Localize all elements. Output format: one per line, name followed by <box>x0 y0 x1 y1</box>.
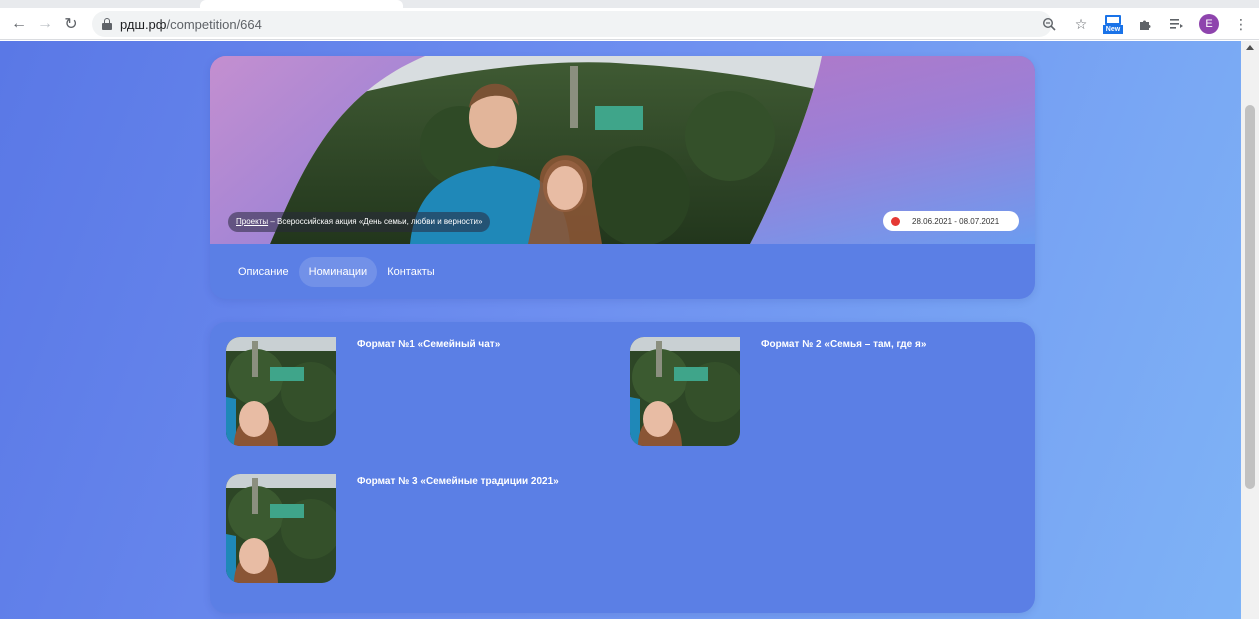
menu-dots-icon[interactable]: ⋮ <box>1231 14 1251 34</box>
zoom-icon[interactable] <box>1039 14 1059 34</box>
reload-icon[interactable]: ↻ <box>58 11 84 37</box>
nomination-thumbnail[interactable] <box>226 474 336 583</box>
nomination-thumbnail[interactable] <box>226 337 336 446</box>
star-icon[interactable]: ☆ <box>1071 14 1091 34</box>
active-tab[interactable] <box>200 0 403 8</box>
page-viewport: Проекты – Всероссийская акция «День семь… <box>0 41 1259 619</box>
project-tabs: Описание Номинации Контакты <box>228 256 445 288</box>
address-bar[interactable]: рдш.рф/competition/664 <box>92 11 1052 37</box>
forward-arrow-icon[interactable]: → <box>32 11 58 37</box>
breadcrumb-projects-link[interactable]: Проекты <box>236 217 268 226</box>
date-range-badge: 28.06.2021 - 08.07.2021 <box>883 211 1019 231</box>
lock-icon[interactable] <box>102 18 112 30</box>
breadcrumb: Проекты – Всероссийская акция «День семь… <box>228 212 491 232</box>
project-header-card: Проекты – Всероссийская акция «День семь… <box>210 56 1035 299</box>
back-arrow-icon[interactable]: ← <box>6 11 32 37</box>
tab-strip <box>0 0 1259 8</box>
extension-new-icon[interactable]: New <box>1103 14 1123 34</box>
project-banner: Проекты – Всероссийская акция «День семь… <box>210 56 1035 244</box>
scrollbar-thumb[interactable] <box>1245 105 1255 489</box>
nomination-title[interactable]: Формат №1 «Семейный чат» <box>357 339 500 350</box>
page-scrollbar[interactable] <box>1241 41 1259 619</box>
reading-list-icon[interactable] <box>1167 14 1187 34</box>
breadcrumb-current: – Всероссийская акция «День семьи, любви… <box>268 217 483 226</box>
tab-contacts[interactable]: Контакты <box>377 257 445 287</box>
nomination-title[interactable]: Формат № 3 «Семейные традиции 2021» <box>357 476 559 487</box>
browser-toolbar: ← → ↻ рдш.рф/competition/664 ☆ New E ⋮ <box>0 8 1259 40</box>
avatar[interactable]: E <box>1199 14 1219 34</box>
nomination-title[interactable]: Формат № 2 «Семья – там, где я» <box>761 339 926 350</box>
scroll-up-arrow-icon[interactable] <box>1246 45 1254 50</box>
puzzle-icon[interactable] <box>1135 14 1155 34</box>
tab-nominations[interactable]: Номинации <box>298 257 378 287</box>
nominations-card: Формат №1 «Семейный чат» Формат № 2 «Сем… <box>210 322 1035 613</box>
status-dot-icon <box>891 216 900 226</box>
tab-description[interactable]: Описание <box>228 257 299 287</box>
date-range-text: 28.06.2021 - 08.07.2021 <box>912 216 1000 226</box>
url-text[interactable]: рдш.рф/competition/664 <box>120 17 262 32</box>
nomination-thumbnail[interactable] <box>630 337 740 446</box>
